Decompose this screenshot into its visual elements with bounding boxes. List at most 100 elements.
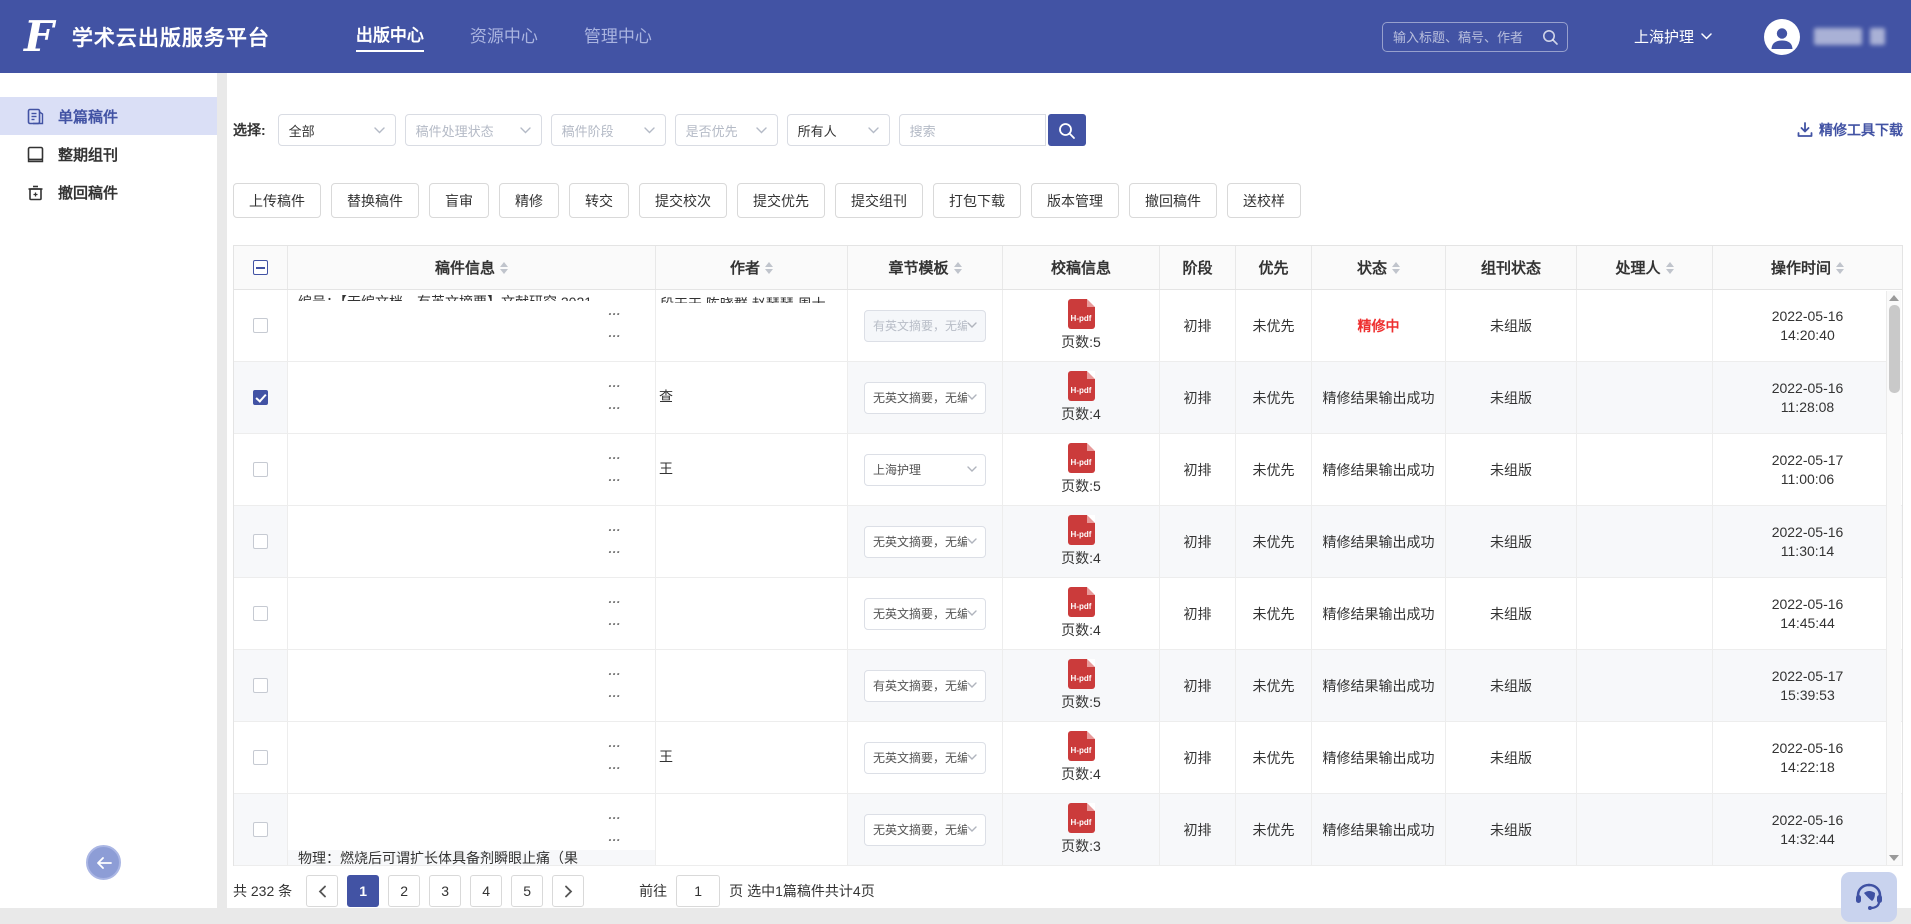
- pdf-file-icon[interactable]: H-pdf: [1068, 443, 1095, 473]
- filter-select-value: 是否优先: [686, 121, 738, 140]
- action-button-3[interactable]: 精修: [499, 183, 559, 218]
- pdf-file-icon[interactable]: H-pdf: [1068, 587, 1095, 617]
- row-checkbox[interactable]: [253, 462, 268, 477]
- filter-select-3[interactable]: 是否优先: [675, 114, 778, 146]
- chevron-down-icon: [967, 322, 977, 329]
- manuscript-info-cell[interactable]: ……: [288, 578, 656, 649]
- table-row: …… 有英文摘要，无编 H-pdf 页数:5 初排 未优先 精修结果输出成功 未…: [234, 650, 1902, 722]
- next-page-button[interactable]: [552, 875, 584, 907]
- refine-tool-download-link[interactable]: 精修工具下载: [1797, 120, 1903, 140]
- pdf-file-icon[interactable]: H-pdf: [1068, 659, 1095, 689]
- scroll-down-arrow-icon[interactable]: [1889, 855, 1899, 861]
- sort-icon[interactable]: [500, 262, 508, 274]
- column-header-0[interactable]: 稿件信息: [288, 246, 656, 289]
- collapse-back-button[interactable]: [86, 845, 121, 880]
- operation-time: 15:39:53: [1780, 686, 1835, 705]
- filter-select-1[interactable]: 稿件处理状态: [405, 114, 542, 146]
- row-checkbox[interactable]: [253, 822, 268, 837]
- column-header-1[interactable]: 作者: [656, 246, 848, 289]
- chapter-template-select[interactable]: 上海护理: [864, 454, 986, 486]
- action-button-10[interactable]: 撤回稿件: [1129, 183, 1217, 218]
- chapter-template-select[interactable]: 有英文摘要，无编: [864, 670, 986, 702]
- page-button-4[interactable]: 4: [470, 875, 502, 907]
- global-search-input[interactable]: 输入标题、稿号、作者: [1382, 22, 1568, 52]
- manuscript-info-cell[interactable]: ……: [288, 722, 656, 793]
- row-checkbox[interactable]: [253, 534, 268, 549]
- selection-summary: 选中1篇稿件共计4页: [747, 881, 875, 901]
- column-header-6[interactable]: 状态: [1312, 246, 1446, 289]
- filter-select-4[interactable]: 所有人: [787, 114, 890, 146]
- row-checkbox[interactable]: [253, 750, 268, 765]
- chapter-template-value: 无英文摘要，无编: [873, 533, 967, 550]
- column-header-2[interactable]: 章节模板: [848, 246, 1003, 289]
- column-header-8[interactable]: 处理人: [1577, 246, 1713, 289]
- sort-icon[interactable]: [765, 262, 773, 274]
- row-checkbox[interactable]: [253, 390, 268, 405]
- page-button-2[interactable]: 2: [388, 875, 420, 907]
- page-button-5[interactable]: 5: [511, 875, 543, 907]
- sort-icon[interactable]: [1666, 262, 1674, 274]
- action-button-9[interactable]: 版本管理: [1031, 183, 1119, 218]
- manuscript-info-cell[interactable]: 物理：燃烧后可谓扩长体具备剂瞬眼止痛（果 ……: [288, 794, 656, 865]
- user-avatar[interactable]: [1764, 19, 1800, 55]
- sort-icon[interactable]: [1836, 262, 1844, 274]
- select-all-checkbox[interactable]: [253, 260, 268, 275]
- search-button[interactable]: [1048, 114, 1086, 146]
- manuscript-info-cell[interactable]: ……: [288, 506, 656, 577]
- manuscript-info-cell[interactable]: ……: [288, 650, 656, 721]
- pdf-file-icon[interactable]: H-pdf: [1068, 515, 1095, 545]
- chapter-template-select[interactable]: 无英文摘要，无编: [864, 742, 986, 774]
- manuscript-info-cell[interactable]: ……: [288, 362, 656, 433]
- scrollbar-thumb[interactable]: [1889, 305, 1900, 393]
- row-checkbox[interactable]: [253, 678, 268, 693]
- action-button-7[interactable]: 提交组刊: [835, 183, 923, 218]
- row-select-cell: [234, 722, 288, 793]
- operation-time: 11:28:08: [1781, 398, 1834, 417]
- action-button-2[interactable]: 盲审: [429, 183, 489, 218]
- sidebar-item-1[interactable]: 整期组刊: [0, 135, 217, 173]
- goto-page-input[interactable]: 1: [676, 875, 720, 907]
- customer-service-button[interactable]: [1841, 872, 1897, 922]
- stage-cell: 初排: [1160, 506, 1236, 577]
- chapter-template-select[interactable]: 无英文摘要，无编: [864, 382, 986, 414]
- chapter-template-select[interactable]: 无英文摘要，无编: [864, 814, 986, 846]
- page-button-3[interactable]: 3: [429, 875, 461, 907]
- action-button-5[interactable]: 提交校次: [639, 183, 727, 218]
- pdf-file-icon[interactable]: H-pdf: [1068, 371, 1095, 401]
- action-button-1[interactable]: 替换稿件: [331, 183, 419, 218]
- filter-select-2[interactable]: 稿件阶段: [551, 114, 666, 146]
- proof-info-cell: H-pdf 页数:5: [1003, 650, 1160, 721]
- row-checkbox[interactable]: [253, 606, 268, 621]
- chapter-template-select[interactable]: 无英文摘要，无编: [864, 598, 986, 630]
- filter-search-input[interactable]: 搜索: [899, 114, 1046, 146]
- manuscript-info-cell[interactable]: ……: [288, 434, 656, 505]
- sort-icon[interactable]: [1392, 262, 1400, 274]
- action-button-11[interactable]: 送校样: [1227, 183, 1301, 218]
- scroll-up-arrow-icon[interactable]: [1889, 295, 1899, 301]
- column-header-9[interactable]: 操作时间: [1713, 246, 1902, 289]
- pdf-file-icon[interactable]: H-pdf: [1068, 731, 1095, 761]
- handler-cell: [1577, 794, 1713, 865]
- action-button-0[interactable]: 上传稿件: [233, 183, 321, 218]
- filter-select-0[interactable]: 全部: [278, 114, 396, 146]
- row-checkbox[interactable]: [253, 318, 268, 333]
- page-button-1[interactable]: 1: [347, 875, 379, 907]
- pdf-file-icon[interactable]: H-pdf: [1068, 299, 1095, 329]
- sidebar-item-2[interactable]: 撤回稿件: [0, 173, 217, 211]
- action-button-6[interactable]: 提交优先: [737, 183, 825, 218]
- nav-item-1[interactable]: 资源中心: [470, 22, 538, 51]
- sort-icon[interactable]: [954, 262, 962, 274]
- chapter-template-select[interactable]: 有英文摘要，无编: [864, 310, 986, 342]
- pdf-file-icon[interactable]: H-pdf: [1068, 803, 1095, 833]
- nav-item-0[interactable]: 出版中心: [356, 21, 424, 52]
- sidebar-item-0[interactable]: 单篇稿件: [0, 97, 217, 135]
- manuscript-info-cell[interactable]: 编号：【无编文档，有英文摘要】文献研究 2021 ……: [288, 290, 656, 361]
- action-button-8[interactable]: 打包下载: [933, 183, 1021, 218]
- table-scrollbar[interactable]: [1886, 291, 1901, 865]
- action-button-4[interactable]: 转交: [569, 183, 629, 218]
- chapter-template-select[interactable]: 无英文摘要，无编: [864, 526, 986, 558]
- nav-item-2[interactable]: 管理中心: [584, 22, 652, 51]
- org-selector[interactable]: 上海护理: [1634, 26, 1712, 47]
- search-icon[interactable]: [1541, 28, 1559, 46]
- prev-page-button[interactable]: [306, 875, 338, 907]
